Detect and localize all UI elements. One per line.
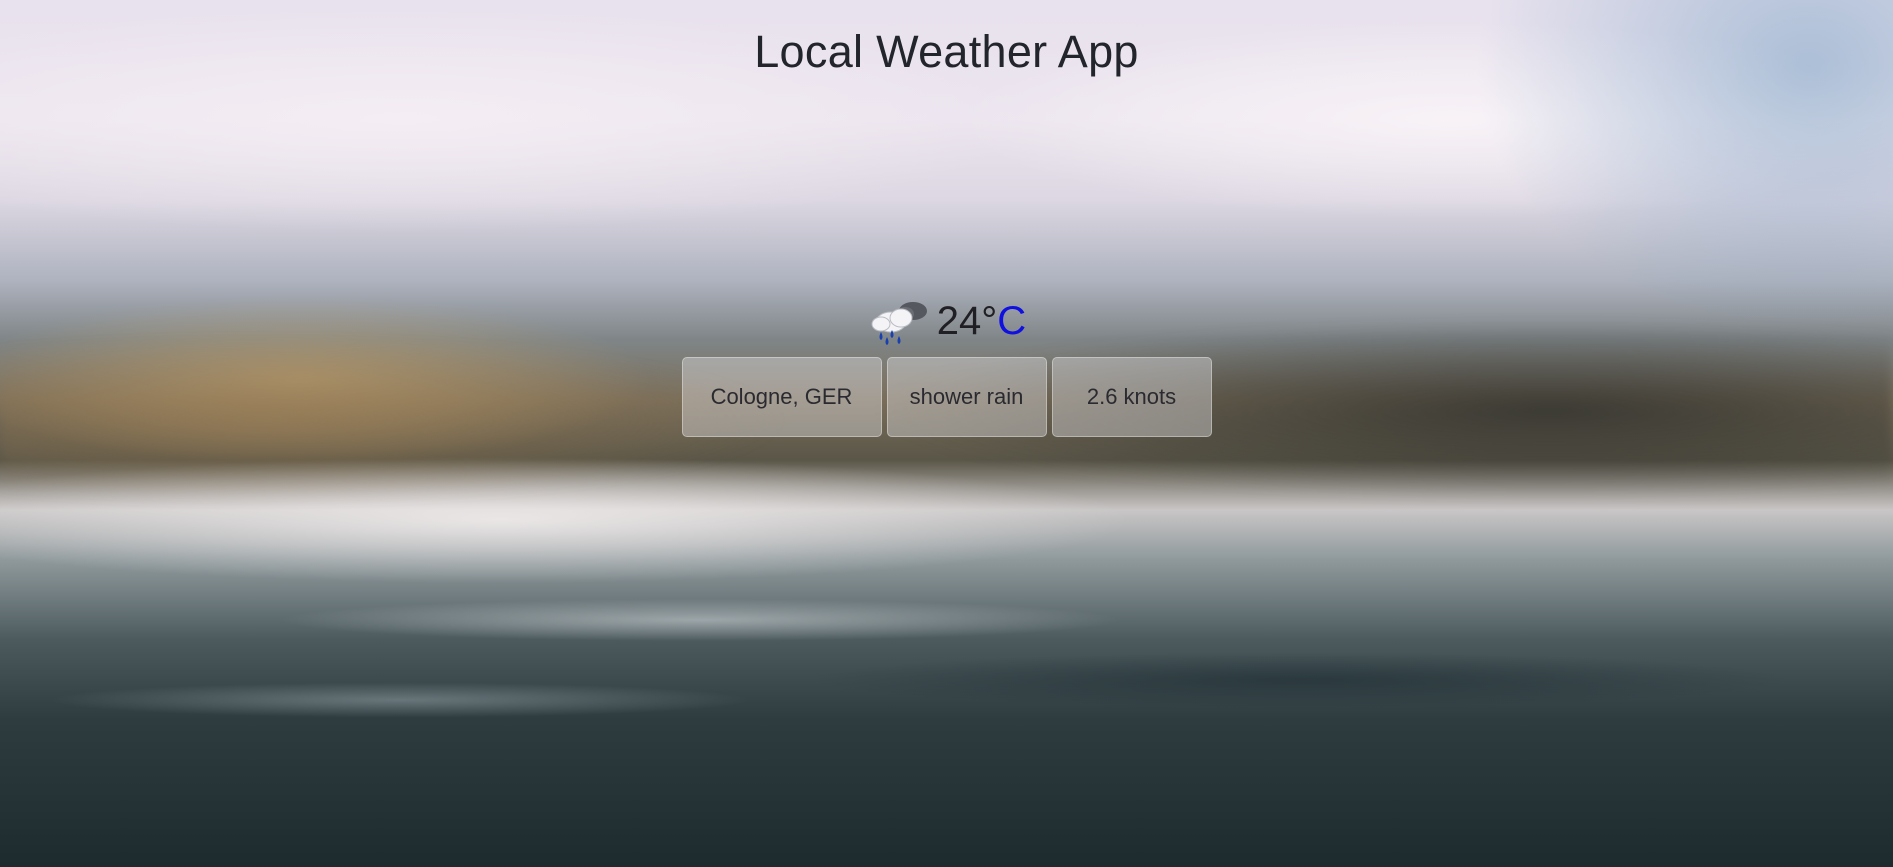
weather-details: Cologne, GER shower rain 2.6 knots (0, 357, 1893, 437)
location-text: Cologne, GER (710, 384, 853, 409)
description-text: shower rain (909, 384, 1024, 409)
app-root: Local Weather App 24° C Cologne, GER sho… (0, 0, 1893, 867)
page-title: Local Weather App (754, 26, 1139, 77)
background-waves (0, 560, 1893, 867)
description-box: shower rain (886, 357, 1047, 437)
location-box: Cologne, GER (681, 357, 882, 437)
current-weather: 24° C (0, 296, 1893, 346)
temperature-value: 24° (936, 299, 998, 343)
temperature-unit-toggle[interactable]: C (997, 296, 1026, 346)
shower-rain-cloud-icon (867, 296, 935, 346)
wind-text: 2.6 knots (1086, 384, 1177, 409)
wind-box: 2.6 knots (1051, 357, 1212, 437)
